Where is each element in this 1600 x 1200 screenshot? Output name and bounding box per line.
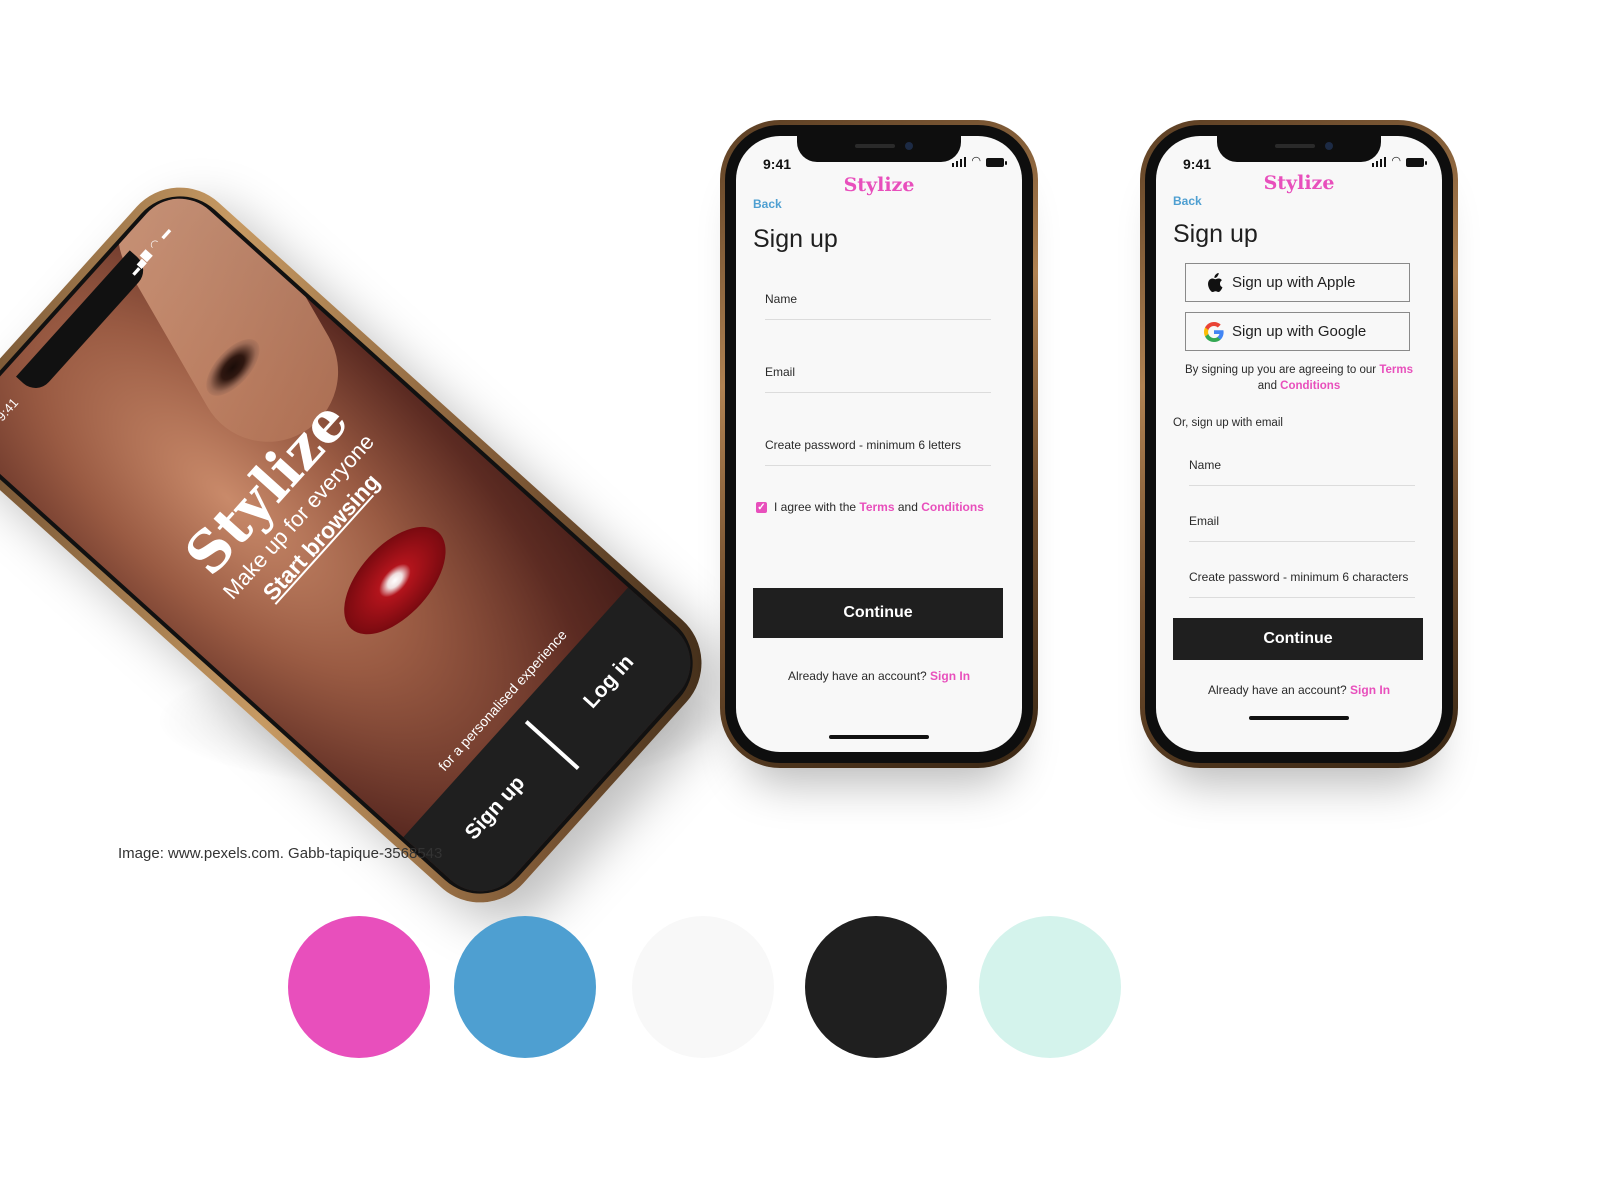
- palette-swatch-mint: [979, 916, 1121, 1058]
- apple-icon: [1196, 272, 1232, 293]
- or-email-label: Or, sign up with email: [1173, 417, 1283, 429]
- email-field[interactable]: Email: [1189, 514, 1415, 542]
- palette-swatch-offwhite: [632, 916, 774, 1058]
- image-credit-caption: Image: www.pexels.com. Gabb-tapique-3568…: [118, 845, 443, 862]
- brand-logo: Stylize: [843, 174, 915, 196]
- signup-email-notch: [797, 136, 961, 162]
- status-time: 9:41: [763, 156, 792, 172]
- apple-signup-button[interactable]: Sign up with Apple: [1185, 263, 1410, 302]
- continue-button[interactable]: Continue: [1173, 618, 1423, 660]
- terms-agree-text: I agree with the Terms and Conditions: [774, 500, 984, 514]
- password-field[interactable]: Create password - minimum 6 characters: [1189, 570, 1415, 598]
- signup-social-notch: [1217, 136, 1381, 162]
- signup-social-screen: 9:41 ◠ Stylize Back Sign up Sign up with…: [1156, 136, 1442, 752]
- home-indicator: [829, 735, 929, 739]
- conditions-link[interactable]: Conditions: [921, 500, 984, 514]
- social-agree-text: By signing up you are agreeing to our Te…: [1184, 364, 1414, 392]
- hero-photo-lips: [325, 508, 465, 653]
- google-signup-label: Sign up with Google: [1232, 323, 1367, 340]
- palette-swatch-pink: [288, 916, 430, 1058]
- signal-icon: [951, 156, 967, 167]
- back-button[interactable]: Back: [1173, 194, 1202, 208]
- welcome-screen: 9:41 ▂▄▆ ◠ ▬ Stylize Make up for everyon…: [0, 180, 709, 910]
- signal-icon: [1371, 156, 1387, 167]
- password-field[interactable]: Create password - minimum 6 letters: [765, 438, 991, 466]
- status-icons: ◠: [1371, 155, 1427, 167]
- google-icon: [1196, 321, 1232, 342]
- page-title: Sign up: [1173, 220, 1258, 248]
- google-signup-button[interactable]: Sign up with Google: [1185, 312, 1410, 351]
- status-icons: ◠: [951, 155, 1007, 167]
- welcome-status-time: 9:41: [0, 395, 22, 424]
- already-account-text: Already have an account? Sign In: [1207, 683, 1391, 697]
- check-icon[interactable]: ✓: [756, 501, 767, 513]
- terms-link[interactable]: Terms: [859, 500, 894, 514]
- sign-in-link[interactable]: Sign In: [1350, 683, 1390, 697]
- already-account-text: Already have an account? Sign In: [787, 669, 971, 683]
- home-indicator: [1249, 716, 1349, 720]
- page-title: Sign up: [753, 225, 838, 253]
- continue-button[interactable]: Continue: [753, 588, 1003, 638]
- name-field[interactable]: Name: [765, 292, 991, 320]
- signup-email-screen: 9:41 ◠ Stylize Back Sign up Name Email C…: [736, 136, 1022, 752]
- signup-social-phone: 9:41 ◠ Stylize Back Sign up Sign up with…: [1140, 120, 1458, 768]
- battery-icon: [986, 158, 1007, 167]
- status-time: 9:41: [1183, 156, 1212, 172]
- palette-swatch-black: [805, 916, 947, 1058]
- signup-email-phone: 9:41 ◠ Stylize Back Sign up Name Email C…: [720, 120, 1038, 768]
- name-field[interactable]: Name: [1189, 458, 1415, 486]
- conditions-link[interactable]: Conditions: [1280, 380, 1340, 392]
- sign-in-link[interactable]: Sign In: [930, 669, 970, 683]
- welcome-phone: 9:41 ▂▄▆ ◠ ▬ Stylize Make up for everyon…: [0, 163, 726, 927]
- apple-signup-label: Sign up with Apple: [1232, 274, 1356, 291]
- palette-swatch-blue: [454, 916, 596, 1058]
- wifi-icon: ◠: [971, 155, 981, 167]
- terms-agree-row: ✓ I agree with the Terms and Conditions: [756, 500, 984, 514]
- email-field[interactable]: Email: [765, 365, 991, 393]
- back-button[interactable]: Back: [753, 197, 782, 211]
- brand-logo: Stylize: [1263, 172, 1335, 194]
- wifi-icon: ◠: [1391, 155, 1401, 167]
- battery-icon: [1406, 158, 1427, 167]
- terms-link[interactable]: Terms: [1379, 364, 1413, 376]
